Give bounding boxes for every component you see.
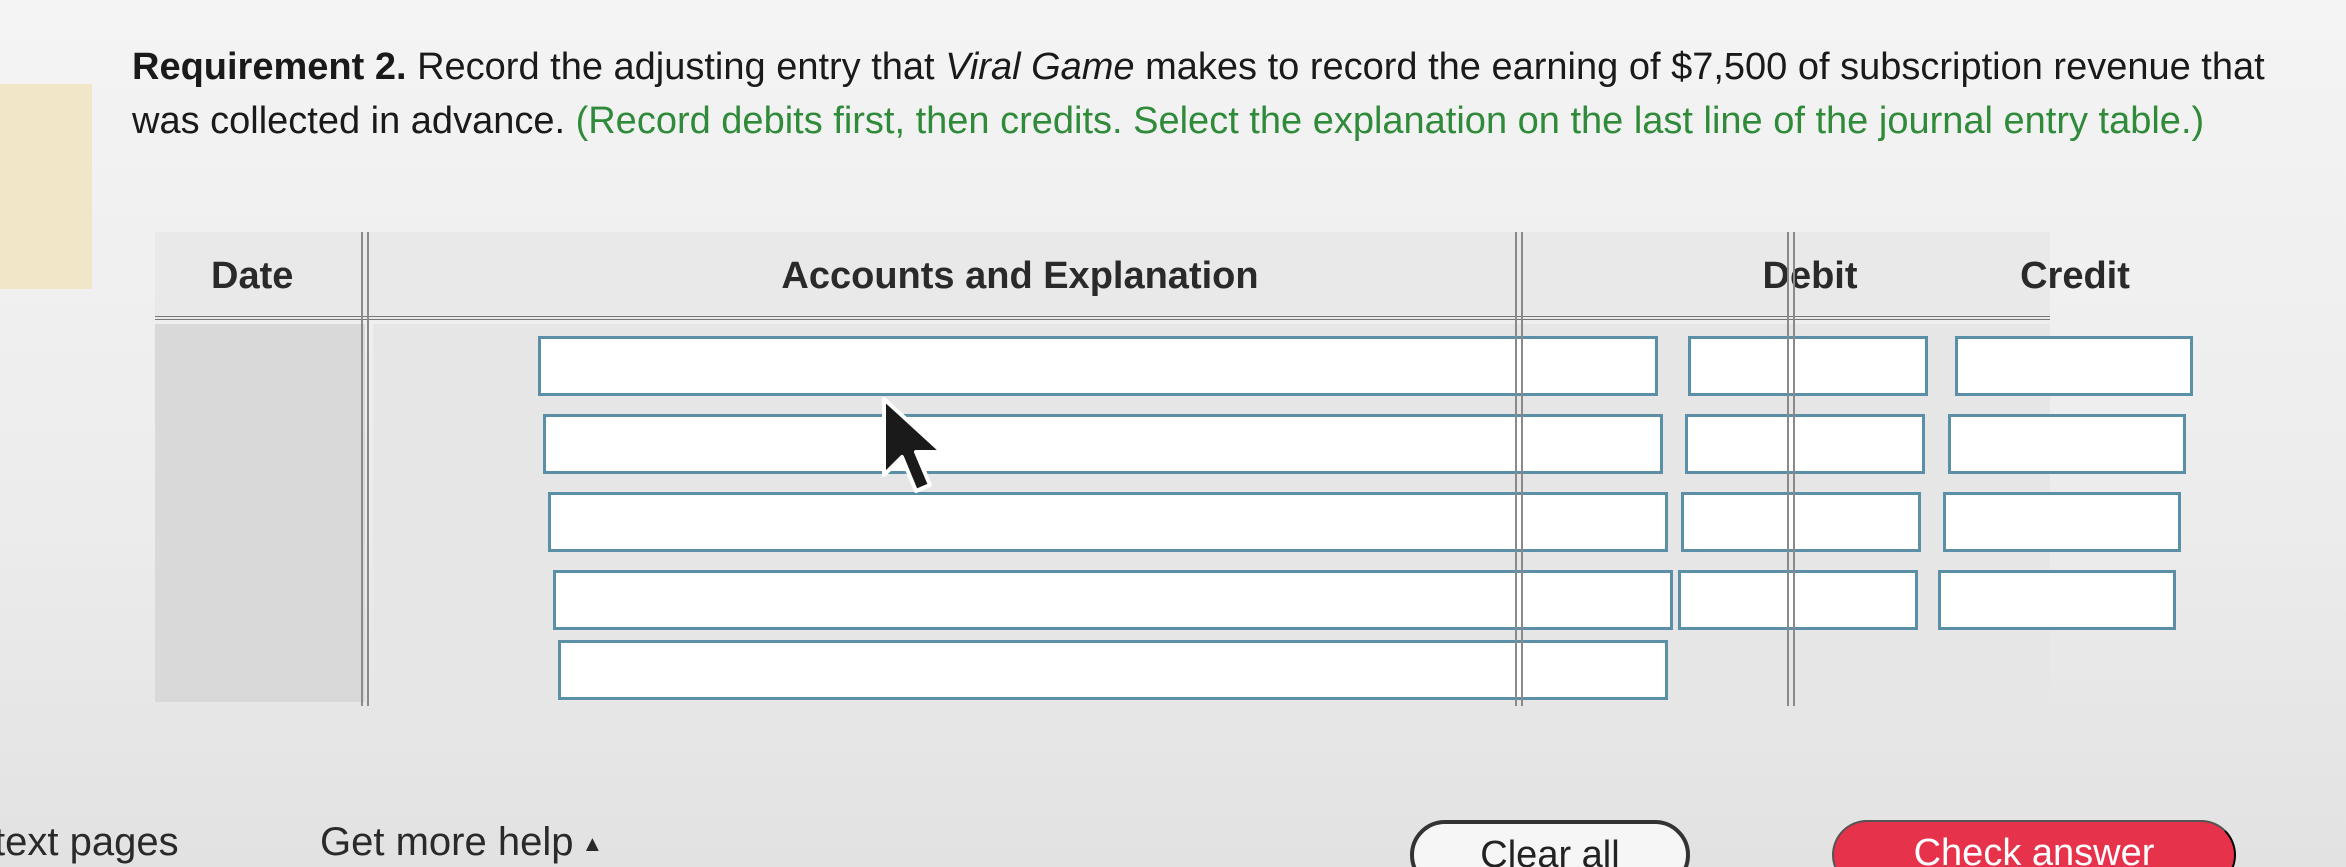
text-pages-link[interactable]: text pages bbox=[0, 820, 179, 865]
requirement-label: Requirement 2. bbox=[132, 46, 407, 88]
company-name: Viral Game bbox=[945, 46, 1135, 88]
homework-page: Requirement 2. Record the adjusting entr… bbox=[0, 0, 2346, 867]
debit-input-row-2[interactable] bbox=[1685, 414, 1925, 474]
side-accent-bar bbox=[0, 84, 92, 289]
date-cell bbox=[155, 324, 365, 702]
column-divider-accounts bbox=[1515, 232, 1523, 706]
debit-input-row-1[interactable] bbox=[1688, 336, 1928, 396]
get-more-help-label: Get more help bbox=[320, 820, 574, 864]
account-input-row-3[interactable] bbox=[548, 492, 1668, 552]
credit-input-row-4[interactable] bbox=[1938, 570, 2176, 630]
mouse-pointer-icon bbox=[882, 397, 944, 493]
question-hint: (Record debits first, then credits. Sele… bbox=[565, 100, 2205, 142]
column-header-date: Date bbox=[211, 254, 294, 297]
account-input-row-1[interactable] bbox=[538, 336, 1658, 396]
credit-input-row-1[interactable] bbox=[1955, 336, 2193, 396]
check-answer-button[interactable]: Check answer bbox=[1832, 820, 2236, 867]
journal-body bbox=[373, 324, 2193, 706]
account-input-row-2[interactable] bbox=[543, 414, 1663, 474]
journal-row-3 bbox=[373, 492, 2181, 556]
journal-row-1 bbox=[373, 336, 2193, 400]
journal-entry-table: Date Accounts and Explanation Debit Cred… bbox=[155, 232, 2193, 706]
caret-up-icon: ▲ bbox=[581, 831, 604, 857]
column-divider-date bbox=[361, 232, 369, 706]
column-header-debit: Debit bbox=[1762, 254, 1858, 297]
credit-input-row-2[interactable] bbox=[1948, 414, 2186, 474]
column-header-accounts: Accounts and Explanation bbox=[781, 254, 1259, 297]
question-text-before: Record the adjusting entry that bbox=[406, 46, 946, 88]
journal-header: Date Accounts and Explanation Debit Cred… bbox=[155, 232, 2130, 320]
journal-row-2 bbox=[373, 414, 2186, 478]
clear-all-button[interactable]: Clear all bbox=[1410, 820, 1690, 867]
credit-input-row-3[interactable] bbox=[1943, 492, 2181, 552]
debit-input-row-3[interactable] bbox=[1681, 492, 1921, 552]
account-input-row-4[interactable] bbox=[553, 570, 1673, 630]
journal-row-explanation bbox=[373, 640, 2050, 704]
column-header-credit: Credit bbox=[2020, 254, 2130, 297]
footer-bar: text pages Get more help ▲ Clear all Chec… bbox=[0, 760, 2346, 867]
question-text: Requirement 2. Record the adjusting entr… bbox=[132, 40, 2282, 148]
debit-input-row-4[interactable] bbox=[1678, 570, 1918, 630]
get-more-help-link[interactable]: Get more help ▲ bbox=[320, 820, 603, 865]
journal-row-4 bbox=[373, 570, 2176, 634]
explanation-input[interactable] bbox=[558, 640, 1668, 700]
column-divider-debit bbox=[1787, 232, 1795, 706]
